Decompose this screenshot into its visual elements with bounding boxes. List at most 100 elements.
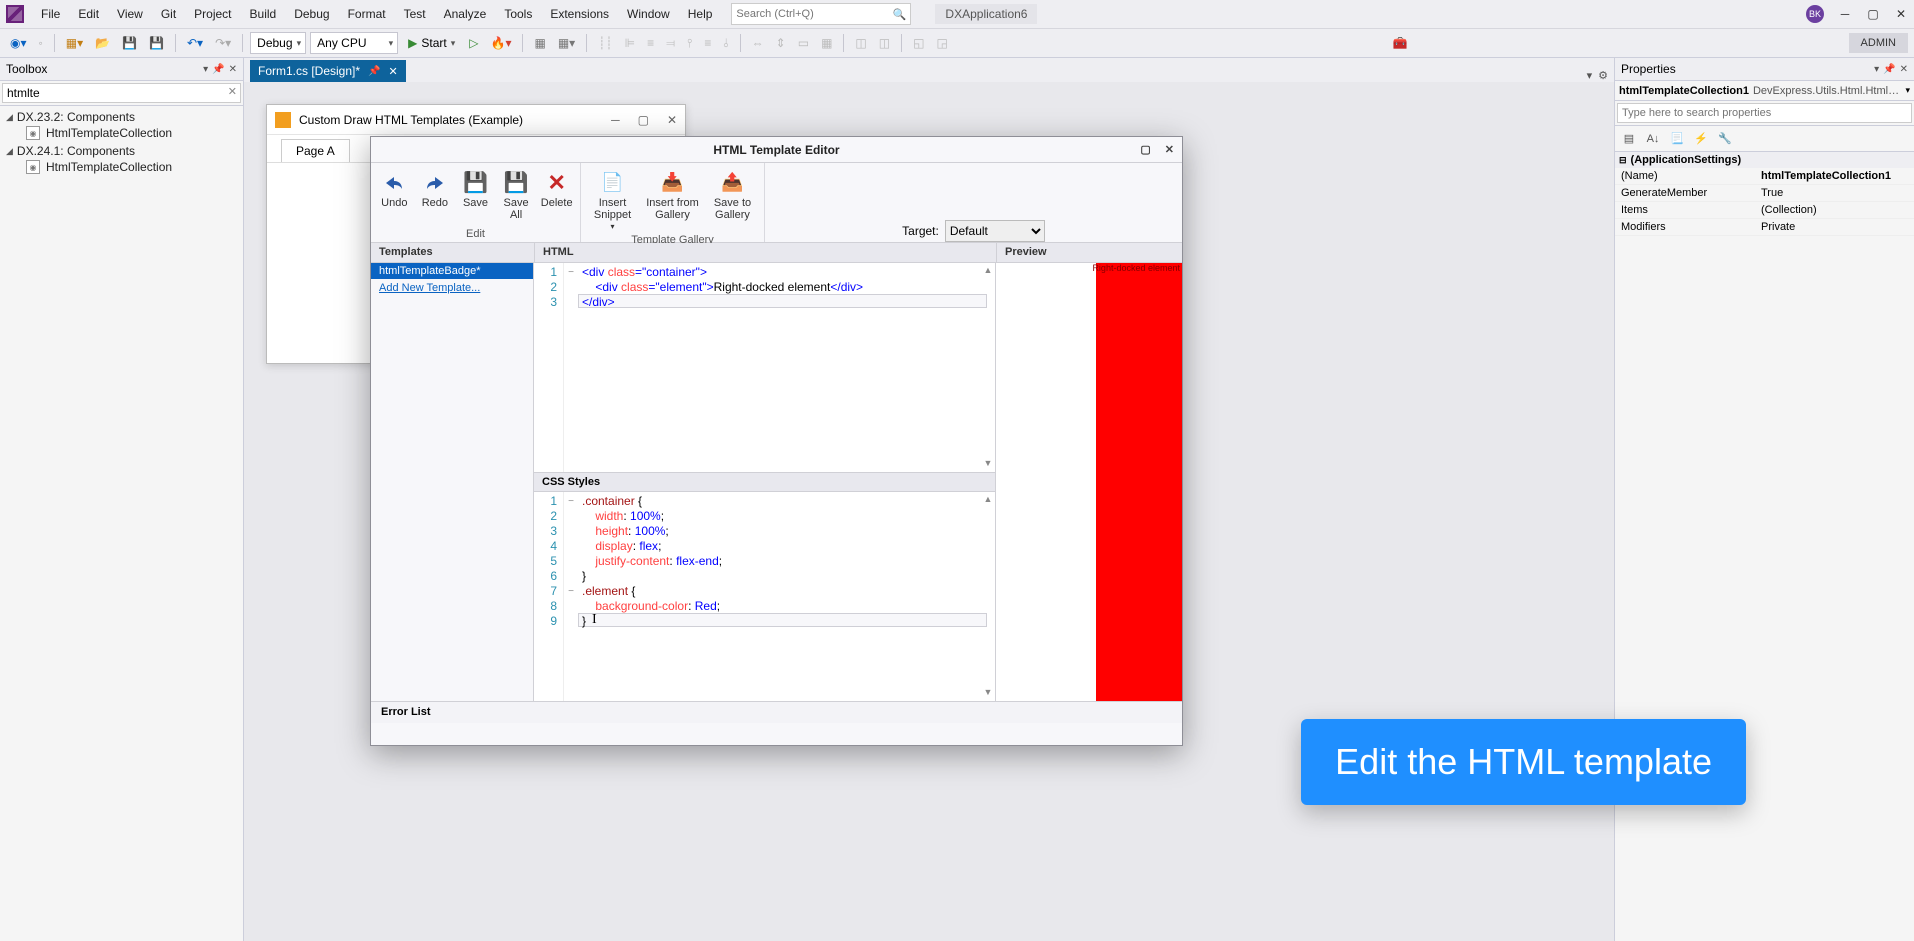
property-row-modifiers[interactable]: ModifiersPrivate — [1615, 219, 1914, 236]
menu-file[interactable]: File — [34, 4, 67, 24]
designer-surface[interactable]: Custom Draw HTML Templates (Example) ─ ▢… — [244, 82, 1614, 941]
menu-build[interactable]: Build — [243, 4, 284, 24]
undo-button[interactable]: Undo — [377, 167, 412, 226]
start-debug-button[interactable]: ▶Start▾ — [402, 34, 461, 52]
delete-button[interactable]: ✕Delete — [539, 167, 574, 226]
alphabetical-view-icon[interactable]: A↓ — [1643, 129, 1663, 149]
undo-button[interactable]: ↶▾ — [183, 34, 207, 52]
user-avatar[interactable]: BK — [1806, 5, 1824, 23]
align-center-icon[interactable]: ≡ — [643, 34, 658, 52]
toolbox-dropdown-icon[interactable]: ▾ — [203, 64, 208, 75]
feedback-icon[interactable]: 🧰 — [1389, 34, 1412, 52]
save-all-button[interactable]: 💾 — [145, 34, 168, 52]
categorized-view-icon[interactable]: ▤ — [1619, 129, 1639, 149]
close-icon[interactable]: ✕ — [1894, 7, 1908, 21]
menu-git[interactable]: Git — [154, 4, 183, 24]
error-list-header[interactable]: Error List — [371, 701, 1182, 723]
tab-form1-design[interactable]: Form1.cs [Design]* 📌 ✕ — [250, 60, 406, 82]
add-new-template-link[interactable]: Add New Template... — [371, 279, 533, 297]
toolbox-group-dx241[interactable]: ◢DX.24.1: Components — [6, 144, 237, 158]
form-maximize-icon[interactable]: ▢ — [638, 113, 649, 127]
scroll-down-icon[interactable]: ▼ — [982, 687, 994, 699]
bring-front-icon[interactable]: ◱ — [909, 34, 928, 52]
toolbox-item-htmltemplatecollection-241[interactable]: ◉HtmlTemplateCollection — [6, 158, 237, 176]
solution-platform-dropdown[interactable]: Any CPU — [310, 32, 398, 54]
tab-pin-icon[interactable]: 📌 — [368, 66, 380, 77]
menu-view[interactable]: View — [110, 4, 150, 24]
spacing-h-icon[interactable]: ⇔ — [748, 34, 768, 52]
toolbox-search-clear-icon[interactable]: ✕ — [228, 85, 237, 98]
solution-config-dropdown[interactable]: Debug — [250, 32, 306, 54]
toolbox-close-icon[interactable]: ✕ — [229, 64, 237, 75]
insert-from-gallery-button[interactable]: 📥Insert from Gallery — [644, 167, 701, 232]
form-close-icon[interactable]: ✕ — [667, 113, 677, 127]
form-tab-page-a[interactable]: Page A — [281, 139, 350, 162]
size-grid-icon[interactable]: ▦ — [817, 34, 836, 52]
editor-maximize-icon[interactable]: ▢ — [1140, 143, 1150, 156]
menu-analyze[interactable]: Analyze — [437, 4, 494, 24]
nav-back-button[interactable]: ◉▾ — [6, 34, 31, 52]
scroll-down-icon[interactable]: ▼ — [982, 458, 994, 470]
spacing-v-icon[interactable]: ⇕ — [772, 34, 790, 52]
start-without-debug-button[interactable]: ▷ — [465, 34, 482, 52]
menu-help[interactable]: Help — [681, 4, 720, 24]
toolbox-search-input[interactable] — [2, 83, 241, 103]
property-row-name[interactable]: (Name)htmlTemplateCollection1 — [1615, 168, 1914, 185]
center-v-icon[interactable]: ◫ — [875, 34, 894, 52]
redo-button[interactable]: Redo — [418, 167, 453, 226]
align-middle-icon[interactable]: ≡ — [700, 34, 715, 52]
align-top-icon[interactable]: ⫯ — [683, 34, 696, 53]
target-dropdown[interactable]: Default — [945, 220, 1045, 242]
form-minimize-icon[interactable]: ─ — [611, 113, 620, 127]
properties-close-icon[interactable]: ✕ — [1900, 64, 1908, 75]
toolbox-item-htmltemplatecollection-232[interactable]: ◉HtmlTemplateCollection — [6, 124, 237, 142]
align-right-icon[interactable]: ⫤ — [662, 34, 679, 53]
css-code-editor[interactable]: 123456789 −− .container { width: 100%; h… — [534, 492, 995, 701]
size-same-icon[interactable]: ▭ — [794, 34, 813, 52]
minimize-icon[interactable]: ─ — [1838, 7, 1852, 21]
save-button[interactable]: 💾Save — [458, 167, 493, 226]
toolbox-pin-icon[interactable]: 📌 — [212, 64, 224, 75]
menu-format[interactable]: Format — [341, 4, 393, 24]
menu-debug[interactable]: Debug — [287, 4, 336, 24]
align-grid-icon[interactable]: ┊┊ — [594, 34, 616, 52]
menu-edit[interactable]: Edit — [71, 4, 106, 24]
menu-test[interactable]: Test — [397, 4, 433, 24]
align-left-icon[interactable]: ⊫ — [621, 34, 639, 52]
properties-category[interactable]: ⊟(ApplicationSettings) — [1615, 152, 1914, 168]
properties-page-icon[interactable]: 📃 — [1667, 129, 1687, 149]
insert-snippet-button[interactable]: 📄Insert Snippet▾ — [587, 167, 638, 232]
global-search-box[interactable]: 🔍 — [731, 3, 911, 25]
toolbox-group-dx232[interactable]: ◢DX.23.2: Components — [6, 110, 237, 124]
tab-overflow-icon[interactable]: ▾ — [1587, 69, 1593, 82]
properties-pin-icon[interactable]: 📌 — [1883, 64, 1895, 75]
send-back-icon[interactable]: ◲ — [932, 34, 951, 52]
template-item-badge[interactable]: htmlTemplateBadge* — [371, 263, 533, 279]
global-search-input[interactable] — [736, 8, 886, 20]
center-h-icon[interactable]: ◫ — [851, 34, 870, 52]
align-bottom-icon[interactable]: ⫰ — [719, 34, 732, 53]
editor-close-icon[interactable]: ✕ — [1165, 143, 1174, 156]
property-row-items[interactable]: Items(Collection) — [1615, 202, 1914, 219]
open-file-button[interactable]: 📂 — [91, 34, 114, 52]
scroll-up-icon[interactable]: ▲ — [982, 494, 994, 506]
collapse-icon[interactable]: ⊟ — [1619, 155, 1627, 166]
html-code-editor[interactable]: 123 − <div class="container"> <div class… — [534, 263, 995, 472]
menu-extensions[interactable]: Extensions — [543, 4, 616, 24]
save-button[interactable]: 💾 — [118, 34, 141, 52]
new-project-button[interactable]: ▦▾ — [62, 34, 87, 52]
properties-wrench-icon[interactable]: 🔧 — [1715, 129, 1735, 149]
hot-reload-button[interactable]: 🔥▾ — [487, 34, 516, 52]
tab-close-icon[interactable]: ✕ — [388, 65, 397, 78]
menu-window[interactable]: Window — [620, 4, 677, 24]
nav-forward-button[interactable]: ◦ — [35, 34, 47, 52]
scroll-up-icon[interactable]: ▲ — [982, 265, 994, 277]
layout-btn-2[interactable]: ▦▾ — [554, 34, 579, 52]
events-view-icon[interactable]: ⚡ — [1691, 129, 1711, 149]
property-row-generatemember[interactable]: GenerateMemberTrue — [1615, 185, 1914, 202]
properties-object-dropdown-icon[interactable]: ▾ — [1905, 85, 1910, 96]
layout-btn-1[interactable]: ▦ — [530, 34, 549, 52]
tab-settings-icon[interactable]: ⚙ — [1598, 69, 1608, 82]
menu-project[interactable]: Project — [187, 4, 238, 24]
admin-indicator-button[interactable]: ADMIN — [1849, 33, 1908, 53]
